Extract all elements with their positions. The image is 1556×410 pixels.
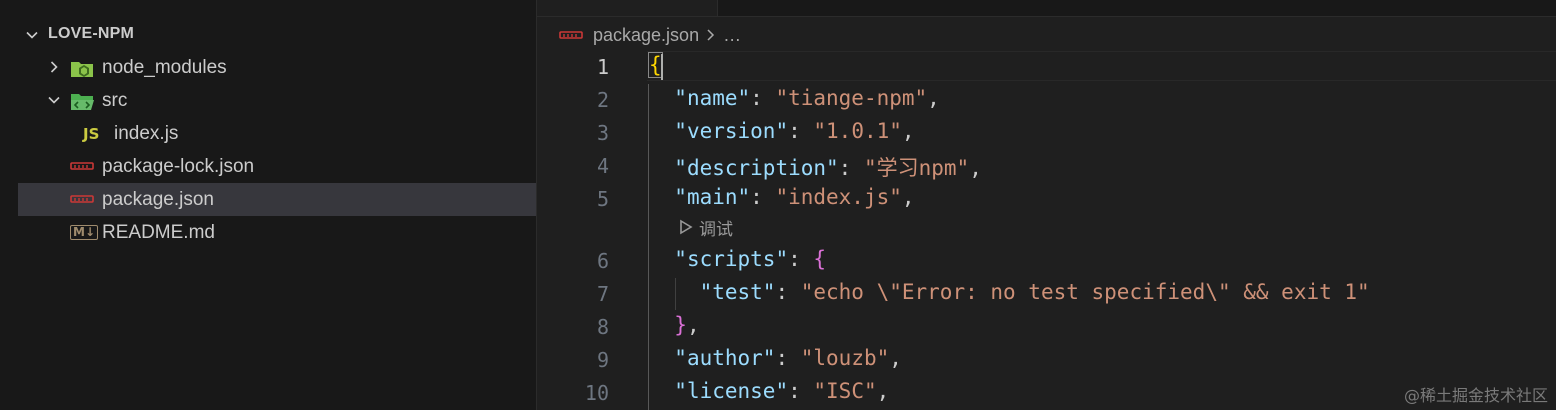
line-number: 9	[596, 348, 609, 372]
chevron-down-icon[interactable]	[46, 92, 62, 114]
tree-item-label: index.js	[114, 123, 179, 144]
code-token-string: "index.js"	[775, 185, 902, 209]
code-line-5[interactable]: "main": "index.js",	[649, 185, 914, 209]
code-line-9[interactable]: "author": "louzb",	[649, 346, 902, 370]
code-line-8[interactable]: },	[649, 313, 699, 337]
tree-item-readme-md[interactable]: M↓ README.md	[18, 216, 536, 249]
codelens-label: 调试	[699, 219, 733, 240]
line-number: 6	[596, 249, 609, 273]
code-token-string: "1.0.1"	[813, 119, 902, 143]
editor-tab-strip	[537, 0, 1556, 17]
chevron-right-icon[interactable]	[46, 59, 62, 81]
line-number: 10	[584, 381, 609, 405]
breadcrumb: package.json …	[559, 22, 741, 48]
code-token-string: "louzb"	[800, 346, 890, 370]
explorer-sidebar: LOVE-NPM node_modules src JS index.js pa…	[18, 0, 537, 410]
activity-bar	[0, 0, 18, 410]
watermark: @稀土掘金技术社区	[1403, 386, 1548, 405]
chevron-down-icon[interactable]	[24, 27, 40, 47]
line-number: 2	[596, 88, 609, 112]
tree-item-label: node_modules	[102, 57, 227, 78]
breadcrumb-file[interactable]: package.json	[593, 25, 699, 46]
code-line-4[interactable]: "description": "学习npm",	[649, 152, 982, 182]
tree-item-node-modules[interactable]: node_modules	[18, 51, 536, 84]
code-line-7[interactable]: "test": "echo \"Error: no test specified…	[649, 280, 1370, 304]
json-file-icon	[70, 190, 94, 214]
code-token-brace: {	[813, 247, 827, 271]
json-file-icon	[70, 157, 94, 181]
code-line-10[interactable]: "license": "ISC",	[649, 379, 889, 403]
js-file-icon: JS	[83, 125, 100, 143]
tree-item-label: package.json	[102, 189, 214, 210]
current-line-highlight	[647, 51, 1556, 81]
chevron-right-icon	[705, 28, 717, 42]
line-number: 4	[596, 154, 609, 178]
code-token-string: "学习npm"	[863, 156, 970, 180]
code-line-3[interactable]: "version": "1.0.1",	[649, 119, 914, 143]
tree-item-package-lock-json[interactable]: package-lock.json	[18, 150, 536, 183]
code-token-key: "license"	[674, 379, 789, 403]
code-token-brace: {	[648, 52, 663, 78]
line-number: 8	[596, 315, 609, 339]
breadcrumb-more[interactable]: …	[723, 25, 741, 46]
tree-item-label: package-lock.json	[102, 156, 255, 177]
code-token-key: "version"	[674, 119, 789, 143]
src-folder-icon	[70, 91, 94, 117]
editor-tab-active[interactable]	[537, 0, 718, 16]
explorer-section-header[interactable]: LOVE-NPM	[18, 18, 536, 50]
code-token-key: "name"	[674, 86, 751, 110]
debug-codelens[interactable]: 调试	[679, 216, 733, 240]
explorer-section-title: LOVE-NPM	[48, 25, 135, 42]
code-token-key: "scripts"	[674, 247, 789, 271]
code-line-6[interactable]: "scripts": {	[649, 247, 826, 271]
markdown-file-icon: M↓	[70, 225, 98, 240]
code-token-string: "ISC"	[813, 379, 877, 403]
line-number: 7	[596, 282, 609, 306]
json-file-icon	[559, 26, 583, 44]
code-token-key: "main"	[674, 185, 751, 209]
tree-item-label: src	[102, 90, 128, 111]
code-token-string: "tiange-npm"	[775, 86, 928, 110]
play-icon	[679, 219, 693, 235]
line-number: 5	[596, 187, 609, 211]
line-number: 3	[596, 121, 609, 145]
tree-item-index-js[interactable]: JS index.js	[18, 117, 536, 150]
editor-pane: package.json … 1 2 3 4 5 6 7 8 9 10 { "n…	[537, 0, 1556, 410]
tree-item-src[interactable]: src	[18, 84, 536, 117]
line-number: 1	[596, 55, 609, 79]
code-token-key: "description"	[674, 156, 839, 180]
code-token-string: "echo \"Error: no test specified\" && ex…	[800, 280, 1370, 304]
code-line-2[interactable]: "name": "tiange-npm",	[649, 86, 940, 110]
tree-item-package-json[interactable]: package.json	[18, 183, 536, 216]
code-token-key: "author"	[674, 346, 776, 370]
code-token-key: "test"	[699, 280, 776, 304]
node-folder-icon	[70, 58, 94, 84]
code-line-1[interactable]: {	[648, 52, 663, 78]
tree-item-label: README.md	[102, 222, 215, 243]
code-token-brace: }	[674, 313, 687, 337]
text-cursor	[661, 54, 663, 80]
